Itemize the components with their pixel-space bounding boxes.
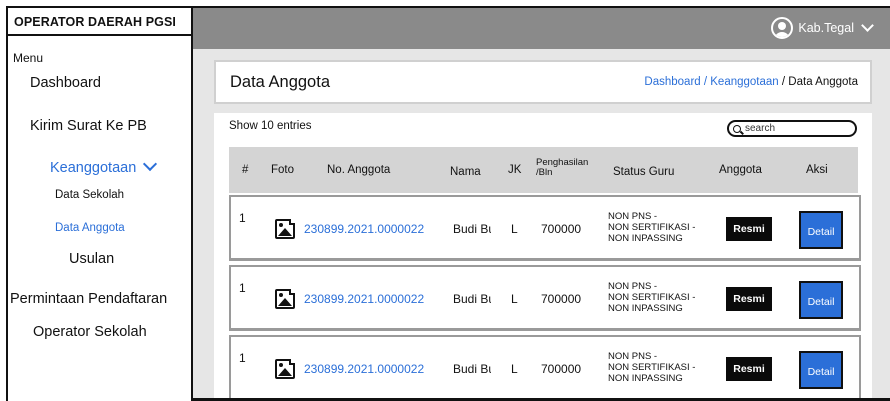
member-number-link[interactable]: 230899.2021.0000022: [304, 222, 424, 236]
user-menu[interactable]: Kab.Tegal: [771, 17, 874, 39]
table-row: 1 230899.2021.0000022 Budi Bu L 700000 N…: [229, 335, 861, 401]
breadcrumb-keanggotaan[interactable]: Keanggotaan: [710, 76, 778, 88]
show-entries-select[interactable]: Show 10 entries: [229, 120, 311, 132]
member-income: 700000: [541, 222, 582, 236]
detail-button[interactable]: Detail: [799, 351, 843, 389]
col-header-status: Status Guru: [613, 166, 675, 178]
breadcrumb-dashboard[interactable]: Dashboard: [644, 76, 700, 88]
user-avatar-icon: [771, 17, 794, 39]
col-header-anggota: Anggota: [719, 164, 762, 176]
member-status: NON PNS - NON SERTIFIKASI - NON INPASSIN…: [608, 211, 696, 244]
main-content: Data Anggota Dashboard / Keanggotaan / D…: [193, 49, 890, 401]
col-header-nama: Nama: [450, 166, 481, 178]
member-name: Budi Bu: [453, 222, 491, 236]
status-badge: Resmi: [726, 357, 772, 381]
member-gender: L: [511, 222, 518, 236]
member-number-link[interactable]: 230899.2021.0000022: [304, 362, 424, 376]
detail-button[interactable]: Detail: [799, 281, 843, 319]
row-num: 1: [239, 351, 246, 365]
sidebar-item-data-sekolah[interactable]: Data Sekolah: [55, 189, 124, 201]
member-name: Budi Bu: [453, 292, 491, 306]
breadcrumb: Dashboard / Keanggotaan / Data Anggota: [644, 76, 858, 88]
member-gender: L: [511, 362, 518, 376]
breadcrumb-separator: /: [700, 76, 711, 88]
sidebar-item-kirim-surat[interactable]: Kirim Surat Ke PB: [30, 118, 147, 134]
row-num: 1: [239, 281, 246, 295]
status-badge: Resmi: [726, 287, 772, 311]
sidebar-item-permintaan-pendaftaran[interactable]: Permintaan Pendaftaran: [10, 291, 167, 307]
image-placeholder-icon: [275, 219, 295, 239]
sidebar-item-keanggotaan-label: Keanggotaan: [50, 160, 137, 176]
search-placeholder: search: [745, 123, 776, 134]
member-gender: L: [511, 292, 518, 306]
menu-label: Menu: [13, 51, 44, 65]
member-status: NON PNS - NON SERTIFIKASI - NON INPASSIN…: [608, 351, 696, 384]
member-income: 700000: [541, 362, 582, 376]
topbar: Kab.Tegal: [193, 6, 890, 49]
col-header-foto: Foto: [271, 164, 295, 176]
image-placeholder-icon: [275, 359, 295, 379]
member-income: 700000: [541, 292, 582, 306]
member-status: NON PNS - NON SERTIFIKASI - NON INPASSIN…: [608, 281, 696, 314]
col-header-jk: JK: [508, 164, 522, 176]
chevron-down-icon: [861, 18, 874, 32]
row-num: 1: [239, 211, 246, 225]
breadcrumb-separator: /: [778, 76, 789, 88]
sidebar-item-operator-sekolah[interactable]: Operator Sekolah: [33, 324, 147, 340]
table-header: # Foto No. Anggota Nama JK Penghasilan /…: [229, 147, 858, 193]
page-header: Data Anggota Dashboard / Keanggotaan / D…: [214, 60, 872, 104]
sidebar-item-usulan[interactable]: Usulan: [69, 251, 114, 267]
col-header-no-anggota: No. Anggota: [327, 164, 391, 176]
col-header-aksi: Aksi: [806, 164, 828, 176]
page-title: Data Anggota: [230, 73, 330, 91]
chevron-down-icon: [143, 156, 158, 172]
sidebar-item-dashboard[interactable]: Dashboard: [30, 75, 101, 91]
status-badge: Resmi: [726, 217, 772, 241]
members-table-card: Show 10 entries search # Foto No. Anggot…: [214, 113, 872, 401]
breadcrumb-current: Data Anggota: [788, 76, 858, 88]
search-input[interactable]: search: [727, 120, 857, 137]
user-name: Kab.Tegal: [798, 21, 854, 35]
member-number-link[interactable]: 230899.2021.0000022: [304, 292, 424, 306]
image-placeholder-icon: [275, 289, 295, 309]
sidebar: OPERATOR DAERAH PGSI Menu Dashboard Kiri…: [6, 6, 193, 401]
detail-button[interactable]: Detail: [799, 211, 843, 249]
table-row: 1 230899.2021.0000022 Budi Bu L 700000 N…: [229, 195, 861, 261]
search-icon: [733, 125, 741, 133]
sidebar-item-keanggotaan[interactable]: Keanggotaan: [50, 156, 158, 176]
sidebar-item-data-anggota[interactable]: Data Anggota: [55, 222, 125, 234]
brand-title: OPERATOR DAERAH PGSI: [8, 8, 191, 36]
table-row: 1 230899.2021.0000022 Budi Bu L 700000 N…: [229, 265, 861, 331]
col-header-num: #: [242, 164, 249, 176]
member-name: Budi Bu: [453, 362, 491, 376]
col-header-penghasilan: Penghasilan /Bln: [536, 157, 589, 178]
